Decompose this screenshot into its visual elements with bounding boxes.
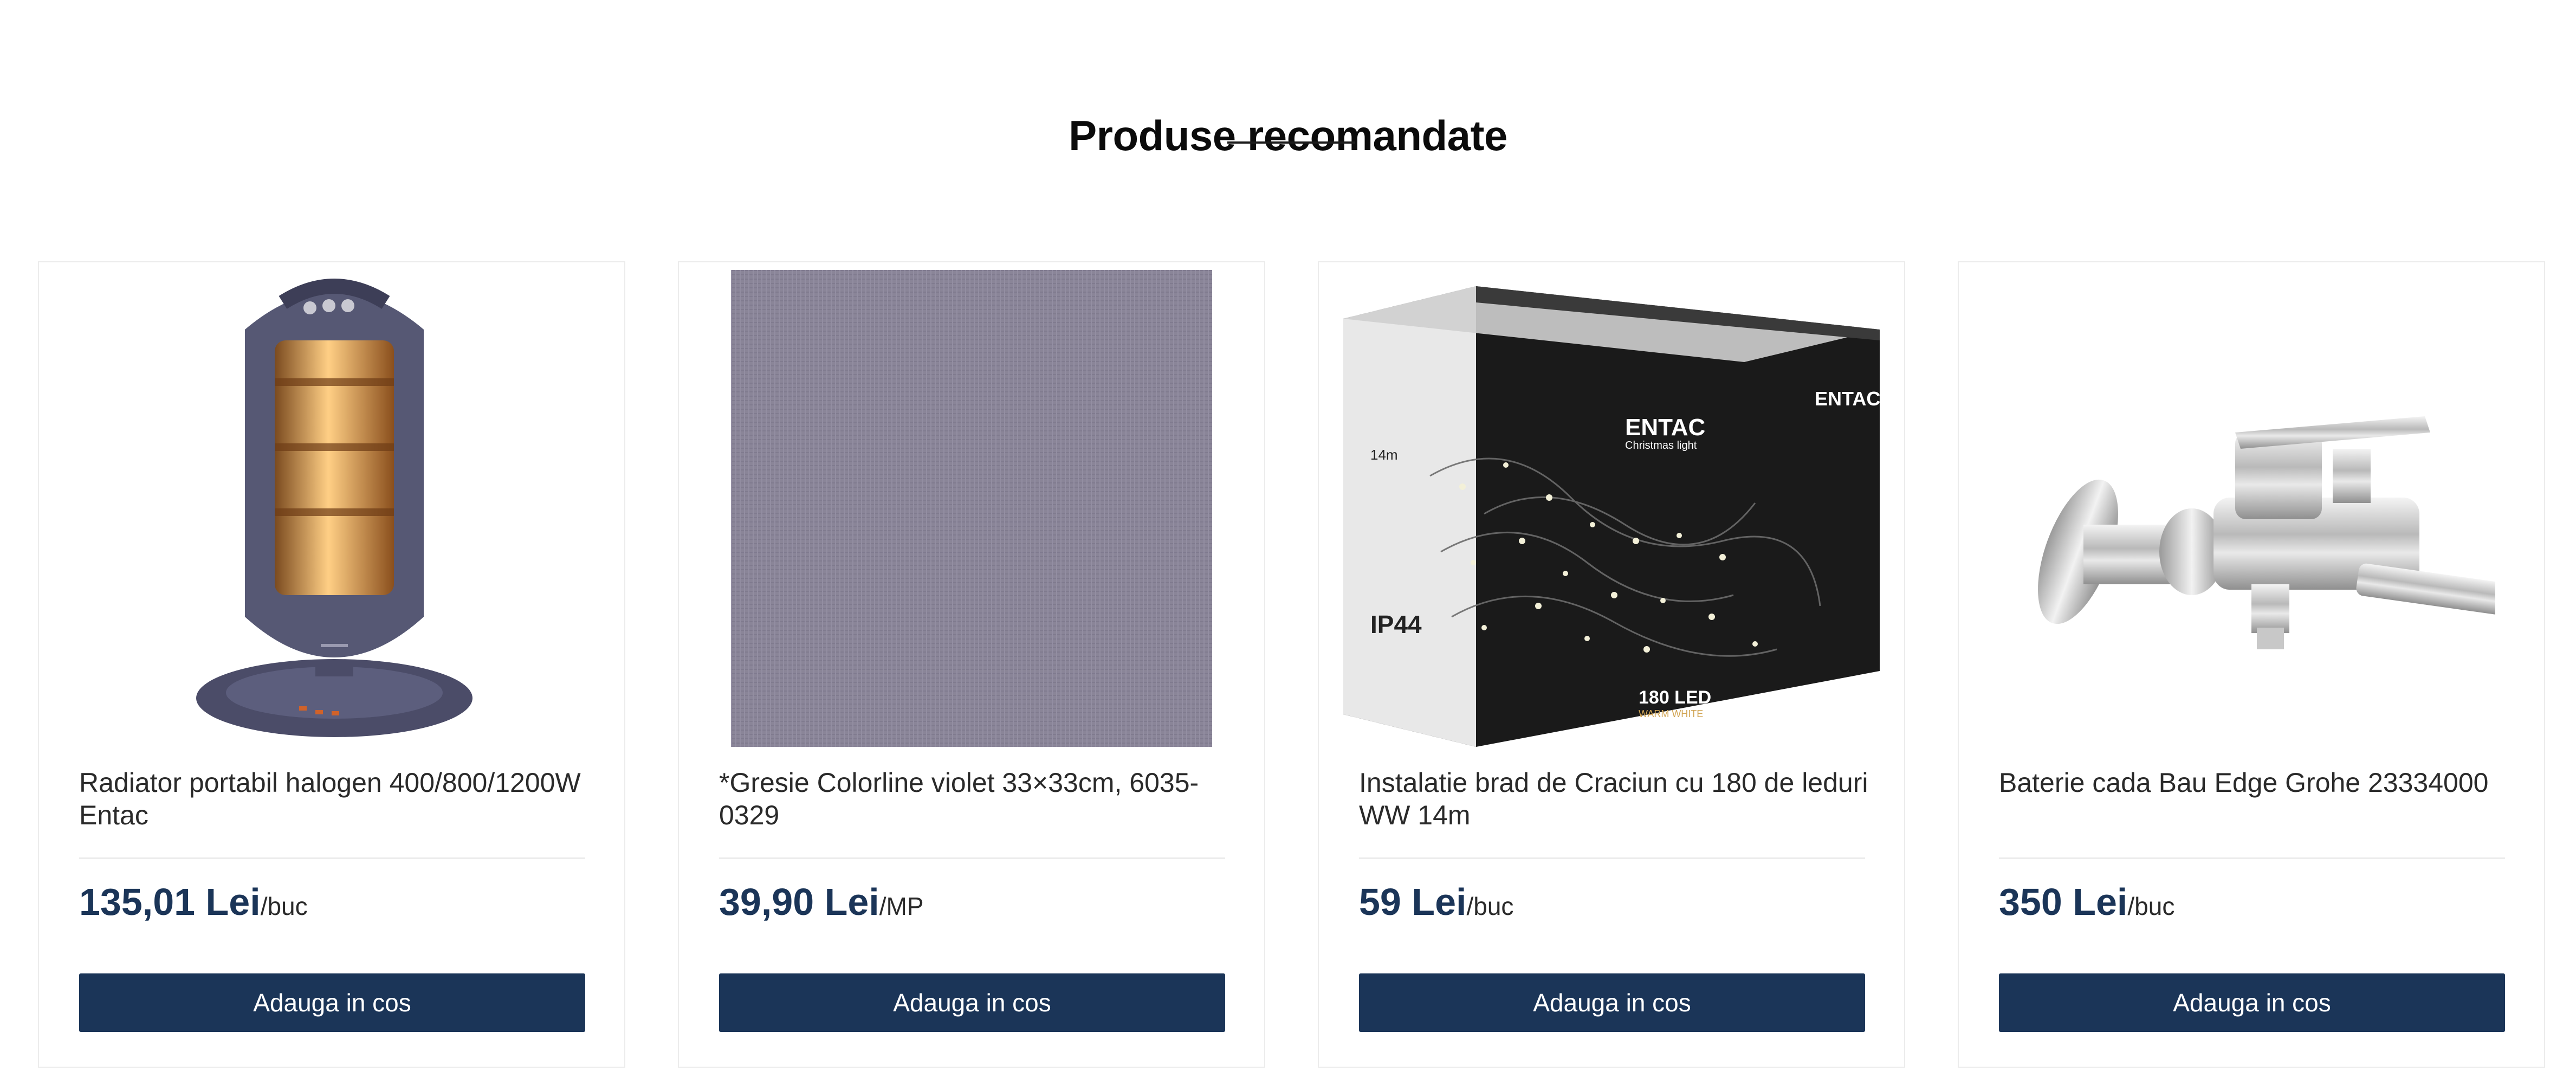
christmas-lights-box-image[interactable]: ENTAC Christmas light ENTAC IP44 14m 180… (1319, 270, 1904, 747)
price-value: 135,01 Lei (79, 881, 261, 923)
product-name[interactable]: Baterie cada Bau Edge Grohe 23334000 (1999, 766, 2508, 799)
box-length-text: 14m (1370, 447, 1398, 463)
divider (1359, 857, 1865, 859)
box-led-color-text: WARM WHITE (1639, 708, 1703, 719)
price-unit: /buc (1466, 892, 1514, 920)
bath-faucet-image[interactable] (1959, 270, 2544, 747)
add-to-cart-button[interactable]: Adauga in cos (719, 973, 1225, 1032)
price-value: 39,90 Lei (719, 881, 879, 923)
title-underline (1227, 141, 1355, 144)
divider (1999, 857, 2505, 859)
box-brand-text: ENTAC (1625, 414, 1705, 441)
box-led-count-text: 180 LED (1639, 687, 1711, 708)
divider (79, 857, 585, 859)
product-card[interactable]: *Gresie Colorline violet 33×33cm, 6035-0… (678, 261, 1265, 1068)
add-to-cart-button[interactable]: Adauga in cos (79, 973, 585, 1032)
section-title: Produse recomandate (1069, 111, 1507, 159)
product-price: 135,01 Lei/buc (79, 880, 308, 924)
divider (719, 857, 1225, 859)
price-unit: /MP (879, 892, 924, 920)
price-value: 59 Lei (1359, 881, 1467, 923)
product-price: 39,90 Lei/MP (719, 880, 924, 924)
product-name[interactable]: Instalatie brad de Craciun cu 180 de led… (1359, 766, 1868, 831)
product-name[interactable]: Radiator portabil halogen 400/800/1200W … (79, 766, 588, 831)
halogen-heater-image[interactable] (39, 270, 624, 747)
product-card[interactable]: Baterie cada Bau Edge Grohe 23334000 350… (1958, 261, 2545, 1068)
product-card[interactable]: ENTAC Christmas light ENTAC IP44 14m 180… (1318, 261, 1905, 1068)
product-price: 59 Lei/buc (1359, 880, 1513, 924)
box-rating-text: IP44 (1370, 610, 1422, 638)
product-name[interactable]: *Gresie Colorline violet 33×33cm, 6035-0… (719, 766, 1228, 831)
price-unit: /buc (2127, 892, 2175, 920)
product-price: 350 Lei/buc (1999, 880, 2174, 924)
add-to-cart-button[interactable]: Adauga in cos (1359, 973, 1865, 1032)
price-value: 350 Lei (1999, 881, 2128, 923)
add-to-cart-button[interactable]: Adauga in cos (1999, 973, 2505, 1032)
box-side-brand-text: ENTAC (1815, 388, 1880, 410)
price-unit: /buc (260, 892, 308, 920)
box-subtitle-text: Christmas light (1625, 440, 1697, 451)
violet-tile-image[interactable] (679, 270, 1264, 747)
product-card[interactable]: Radiator portabil halogen 400/800/1200W … (38, 261, 625, 1068)
